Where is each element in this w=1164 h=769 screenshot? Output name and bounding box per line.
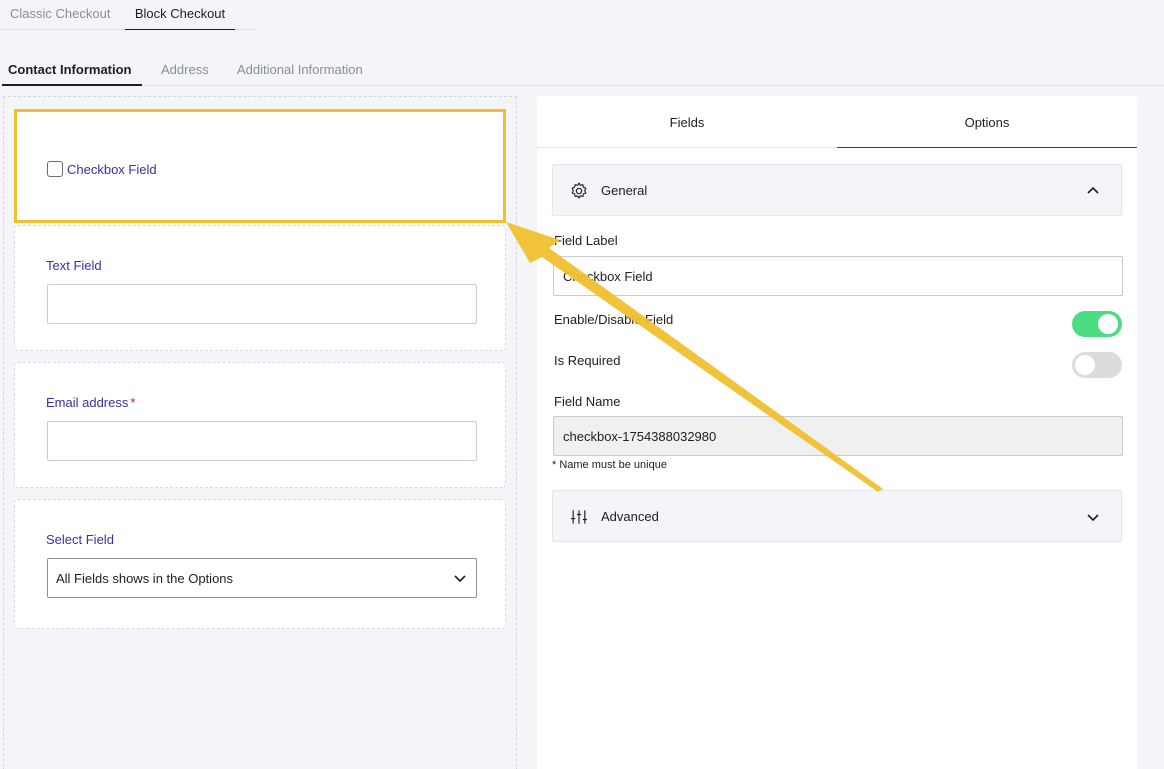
- text-field-label: Text Field: [46, 258, 102, 273]
- section-tabs: Contact Information Address Additional I…: [0, 56, 1164, 86]
- tab-classic-checkout[interactable]: Classic Checkout: [10, 6, 110, 30]
- checkbox-input[interactable]: [47, 161, 63, 177]
- field-label-input[interactable]: Checkbox Field: [553, 256, 1123, 296]
- tab-address[interactable]: Address: [161, 62, 209, 86]
- field-name-input[interactable]: checkbox-1754388032980: [553, 416, 1123, 456]
- field-name-hint: * Name must be unique: [552, 459, 667, 471]
- advanced-title: Advanced: [601, 509, 659, 524]
- general-accordion-header[interactable]: General: [552, 164, 1122, 216]
- is-required-toggle[interactable]: [1072, 352, 1122, 378]
- enable-field-label: Enable/Disable Field: [554, 312, 674, 327]
- email-label-text: Email address: [46, 395, 129, 410]
- checkbox-field-label: Checkbox Field: [67, 161, 157, 177]
- toggle-knob: [1098, 314, 1118, 334]
- select-field-card[interactable]: Select Field All Fields shows in the Opt…: [14, 499, 506, 629]
- tab-contact-information[interactable]: Contact Information: [2, 62, 142, 86]
- advanced-accordion-header[interactable]: Advanced: [552, 490, 1122, 542]
- field-label-label: Field Label: [554, 233, 618, 248]
- panel-tabs: Fields Options: [537, 96, 1137, 148]
- select-field-label: Select Field: [46, 532, 114, 547]
- chevron-up-icon[interactable]: [1085, 183, 1101, 199]
- text-field-card[interactable]: Text Field: [14, 225, 506, 351]
- checkbox-field-card[interactable]: Checkbox Field: [14, 109, 506, 223]
- text-field-input[interactable]: [47, 284, 477, 324]
- sliders-icon: [571, 510, 587, 524]
- chevron-down-icon: [454, 575, 466, 583]
- checkout-type-tabs: Classic Checkout Block Checkout: [0, 0, 258, 30]
- tab-block-checkout[interactable]: Block Checkout: [125, 6, 235, 30]
- chevron-down-icon[interactable]: [1085, 509, 1101, 525]
- email-field-card[interactable]: Email address *: [14, 362, 506, 488]
- general-title: General: [601, 183, 648, 198]
- tab-options[interactable]: Options: [837, 96, 1137, 148]
- tab-additional-information[interactable]: Additional Information: [237, 62, 363, 86]
- checkbox-row: Checkbox Field: [47, 161, 157, 177]
- is-required-label: Is Required: [554, 353, 621, 368]
- form-canvas: Checkbox Field Text Field Email address *…: [3, 96, 517, 769]
- select-field-dropdown[interactable]: All Fields shows in the Options: [47, 558, 477, 598]
- gear-icon: [571, 182, 587, 199]
- field-name-label: Field Name: [554, 394, 621, 409]
- toggle-knob: [1075, 355, 1095, 375]
- enable-field-toggle[interactable]: [1072, 311, 1122, 337]
- required-asterisk: *: [130, 395, 136, 410]
- select-field-value: All Fields shows in the Options: [56, 571, 234, 586]
- tab-fields[interactable]: Fields: [537, 96, 837, 148]
- field-settings-panel: Fields Options General Field Label Check…: [537, 96, 1137, 769]
- email-field-input[interactable]: [47, 421, 477, 461]
- email-field-label: Email address *: [46, 395, 135, 410]
